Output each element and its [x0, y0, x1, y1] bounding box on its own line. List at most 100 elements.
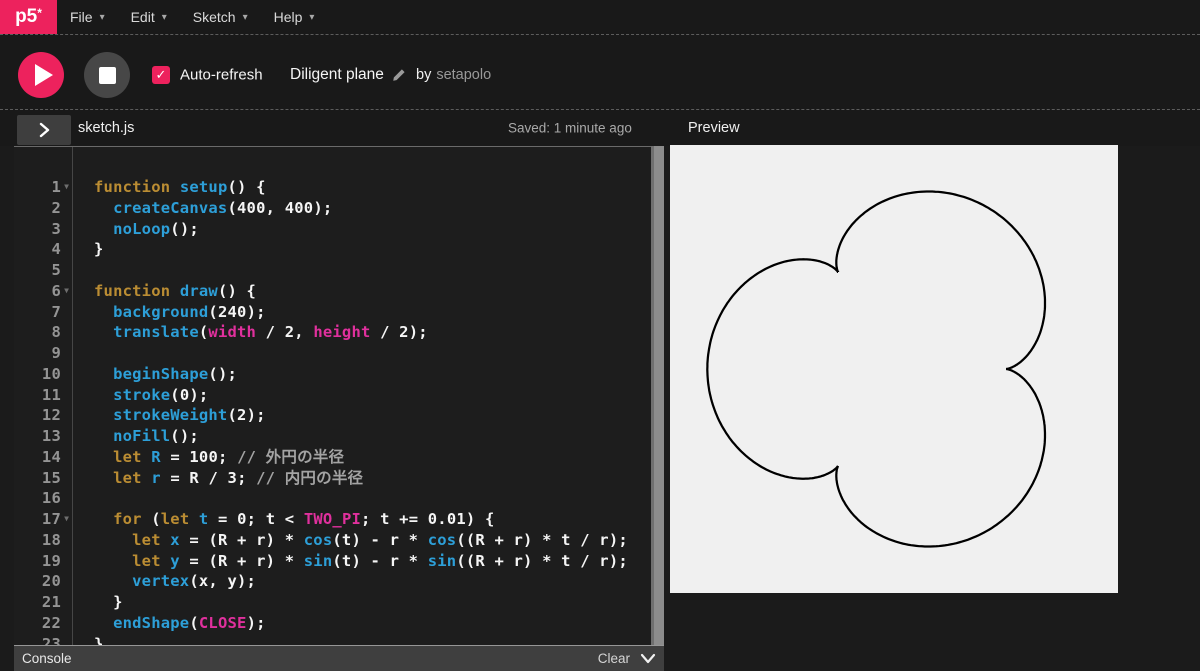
line-number: 20	[41, 572, 61, 591]
code-text: let y = (R + r) * sin(t) - r * sin((R + …	[132, 551, 628, 570]
console-title: Console	[22, 651, 72, 666]
line-number: 15	[41, 468, 61, 487]
fold-gutter	[61, 426, 72, 447]
line-number: 9	[51, 344, 61, 362]
checkmark-icon: ✓	[155, 67, 167, 82]
code-text: for (let t = 0; t < TWO_PI; t += 0.01) {	[113, 510, 495, 528]
code-line[interactable]: 18 let x = (R + r) * cos(t) - r * cos((R…	[14, 530, 651, 551]
line-number: 8	[51, 323, 61, 342]
edit-pencil-icon[interactable]	[392, 68, 406, 82]
tab-sketch-js[interactable]: sketch.js	[78, 120, 134, 136]
line-number: 12	[41, 406, 61, 425]
menu-file[interactable]: File ▾	[57, 0, 118, 34]
console-clear-button[interactable]: Clear	[598, 651, 630, 666]
menu-help[interactable]: Help ▾	[261, 0, 328, 34]
play-button[interactable]	[18, 52, 64, 98]
line-number: 17	[41, 510, 61, 528]
code-text: endShape(CLOSE);	[113, 613, 266, 632]
menu-edit-label: Edit	[130, 9, 155, 25]
line-number: 3	[51, 219, 61, 238]
line-number: 5	[51, 261, 61, 279]
code-editor[interactable]: 1 ▼ function setup() {2 createCanvas(400, …	[14, 146, 651, 646]
code-line[interactable]: 20 vertex(x, y);	[14, 571, 651, 592]
line-number: 13	[41, 427, 61, 445]
fold-gutter	[61, 364, 72, 385]
menu-edit[interactable]: Edit ▾	[118, 0, 180, 34]
code-text: function draw() {	[94, 281, 257, 300]
code-line[interactable]: 7 background(240);	[14, 302, 651, 323]
code-text: noLoop();	[113, 219, 199, 238]
fold-gutter	[61, 239, 72, 260]
code-line[interactable]: 3 noLoop();	[14, 219, 651, 240]
line-number: 16	[41, 489, 61, 508]
code-line[interactable]: 13 noFill();	[14, 426, 651, 447]
play-icon	[34, 64, 53, 86]
code-line[interactable]: 16	[14, 488, 651, 509]
line-number: 2	[51, 198, 61, 217]
menu-help-label: Help	[273, 9, 303, 25]
code-line[interactable]: 22 endShape(CLOSE);	[14, 613, 651, 634]
code-line[interactable]: 15 let r = R / 3; // 内円の半径	[14, 468, 651, 489]
fold-gutter	[61, 405, 72, 426]
pane-resize-handle[interactable]	[651, 146, 664, 645]
fold-gutter	[61, 260, 72, 281]
console-collapse-chevron-icon[interactable]	[640, 653, 656, 665]
sketch-title[interactable]: Diligent plane	[290, 66, 384, 84]
p5-logo[interactable]: p5 *	[0, 0, 57, 34]
sketch-preview-canvas	[670, 145, 1118, 593]
auto-refresh-label[interactable]: Auto-refresh	[180, 67, 263, 84]
code-text: let R = 100; // 外円の半径	[113, 447, 345, 466]
line-number: 11	[41, 385, 61, 404]
menu-sketch[interactable]: Sketch ▾	[180, 0, 261, 34]
code-rows: 1 ▼ function setup() {2 createCanvas(400, …	[14, 177, 651, 646]
line-number: 7	[51, 302, 61, 321]
stop-button[interactable]	[84, 52, 130, 98]
code-line[interactable]: 10 beginShape();	[14, 364, 651, 385]
line-number: 14	[41, 447, 61, 466]
code-line[interactable]: 21 }	[14, 592, 651, 613]
line-number: 10	[41, 364, 61, 383]
code-line[interactable]: 14 let R = 100; // 外円の半径	[14, 447, 651, 468]
by-label: by	[416, 67, 432, 83]
line-number: 22	[41, 613, 61, 632]
file-header: sketch.js Saved: 1 minute ago Preview	[0, 110, 1200, 146]
fold-gutter	[61, 219, 72, 240]
chevron-right-icon	[39, 122, 50, 138]
code-text: stroke(0);	[113, 385, 209, 404]
fold-gutter	[61, 571, 72, 592]
code-line[interactable]: 19 let y = (R + r) * sin(t) - r * sin((R…	[14, 551, 651, 572]
toolbar: ✓ Auto-refresh Diligent plane by setapol…	[0, 35, 1200, 110]
line-number: 6	[51, 281, 61, 300]
code-text: beginShape();	[113, 364, 238, 383]
console-bar[interactable]: Console Clear	[14, 645, 664, 671]
fold-arrow-icon[interactable]: ▼	[61, 281, 72, 302]
fold-arrow-icon[interactable]: ▼	[61, 509, 72, 530]
code-text: strokeWeight(2);	[113, 406, 266, 425]
fold-gutter	[61, 343, 72, 364]
code-line[interactable]: 11 stroke(0);	[14, 385, 651, 406]
auto-refresh-checkbox[interactable]: ✓	[152, 66, 170, 84]
code-line[interactable]: 4}	[14, 239, 651, 260]
code-line[interactable]: 2 createCanvas(400, 400);	[14, 198, 651, 219]
code-text: vertex(x, y);	[132, 572, 257, 591]
line-number: 1	[51, 178, 61, 196]
code-line[interactable]: 9	[14, 343, 651, 364]
code-line[interactable]: 17 ▼ for (let t = 0; t < TWO_PI; t += 0.0…	[14, 509, 651, 530]
code-line[interactable]: 6 ▼ function draw() {	[14, 281, 651, 302]
fold-gutter	[61, 447, 72, 468]
sidebar-collapse-button[interactable]	[17, 115, 71, 145]
fold-gutter	[61, 322, 72, 343]
fold-gutter	[61, 385, 72, 406]
line-number: 18	[41, 530, 61, 549]
fold-arrow-icon[interactable]: ▼	[61, 177, 72, 198]
code-text: createCanvas(400, 400);	[113, 198, 333, 217]
code-line[interactable]: 8 translate(width / 2, height / 2);	[14, 322, 651, 343]
code-line[interactable]: 1 ▼ function setup() {	[14, 177, 651, 198]
code-line[interactable]: 12 strokeWeight(2);	[14, 405, 651, 426]
author-link[interactable]: setapolo	[436, 67, 491, 83]
fold-gutter	[61, 613, 72, 634]
chevron-down-icon: ▾	[99, 11, 105, 23]
code-line[interactable]: 5	[14, 260, 651, 281]
